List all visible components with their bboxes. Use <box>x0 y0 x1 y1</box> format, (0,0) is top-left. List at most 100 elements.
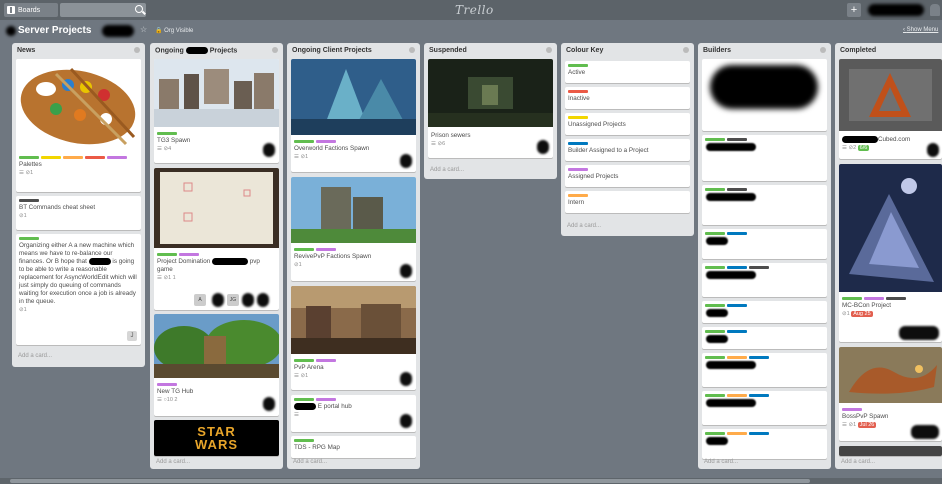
card-builder[interactable] <box>702 229 827 259</box>
card-mc-bcon[interactable]: MC-BCon Project ⊘1 Aug 25 <box>839 164 942 342</box>
add-card-link[interactable]: Add a card... <box>841 459 875 465</box>
card-tds-rpg-map[interactable]: TDS - RPG Map <box>291 436 416 458</box>
card-builder[interactable] <box>702 185 827 225</box>
star-icon[interactable]: ☆ <box>140 25 147 34</box>
card-builder[interactable] <box>702 135 827 181</box>
list-title[interactable]: Ongoing Projects <box>150 43 283 57</box>
card-prison-sewers[interactable]: Prison sewers ☰ ⊘6 <box>428 59 553 158</box>
add-card-link[interactable]: Add a card... <box>430 167 464 173</box>
card-unassigned-projects[interactable]: Unassigned Projects <box>565 113 690 135</box>
card-bosspvp-spawn[interactable]: BossPvP Spawn ☰ ⊘1 Jul 26 <box>839 347 942 441</box>
member-avatar[interactable] <box>212 293 224 307</box>
notifications-icon[interactable] <box>930 4 940 16</box>
search-input[interactable] <box>60 3 146 17</box>
redacted-username[interactable] <box>868 4 924 16</box>
list-title[interactable]: Colour Key <box>561 43 694 57</box>
member-avatar[interactable] <box>400 154 412 168</box>
list-menu-icon[interactable] <box>546 47 552 53</box>
member-avatar[interactable] <box>263 143 275 157</box>
list-menu-icon[interactable] <box>409 47 415 53</box>
prison-sewers-image <box>428 59 553 127</box>
trello-logo[interactable]: Trello <box>455 3 494 17</box>
show-menu-link[interactable]: ‹ Show Menu <box>903 27 938 33</box>
add-card-link[interactable]: Add a card... <box>293 459 327 465</box>
card-palettes[interactable]: Palettes ☰ ⊘1 <box>16 59 141 192</box>
board-scroll-thumb[interactable] <box>10 479 810 483</box>
card-title: Intern <box>568 199 585 206</box>
card-assigned-projects[interactable]: Assigned Projects <box>565 165 690 187</box>
card-project-domination[interactable]: Project Domination pvp game ☰ ⊘1 1 A JG <box>154 168 279 310</box>
member-avatar[interactable] <box>927 143 939 157</box>
label-orange <box>568 194 588 197</box>
redacted-name <box>88 258 111 265</box>
card-star-wars[interactable]: STAR WARS <box>154 420 279 456</box>
add-card-link[interactable]: Add a card... <box>156 459 190 465</box>
list-menu-icon[interactable] <box>683 47 689 53</box>
visibility-setting[interactable]: 🔒 Org Visible <box>155 27 193 34</box>
attachment-count: 4 <box>168 146 172 152</box>
star-wars-logo: STAR WARS <box>195 424 238 452</box>
card-labels <box>702 229 827 237</box>
card-labels <box>291 436 416 444</box>
member-avatar[interactable] <box>400 264 412 278</box>
list-menu-icon[interactable] <box>134 47 140 53</box>
member-avatar[interactable] <box>263 397 275 411</box>
add-card-link[interactable]: Add a card... <box>704 459 738 465</box>
card-labels <box>154 250 279 258</box>
member-avatar[interactable] <box>257 293 269 307</box>
list-title[interactable]: News <box>12 43 145 57</box>
card-builder-assigned[interactable]: Builder Assigned to a Project <box>565 139 690 161</box>
card-builder[interactable] <box>702 391 827 425</box>
card-labels <box>291 356 416 364</box>
card-builder[interactable] <box>702 353 827 387</box>
card-intern[interactable]: Intern <box>565 191 690 213</box>
card-labels <box>291 395 416 403</box>
member-avatar[interactable] <box>911 425 939 439</box>
member-avatar-jg[interactable]: JG <box>227 294 239 306</box>
add-card-link[interactable]: Add a card... <box>567 223 601 229</box>
list-title[interactable]: Suspended <box>424 43 557 57</box>
list-menu-icon[interactable] <box>820 47 826 53</box>
member-avatar[interactable] <box>400 414 412 428</box>
card-title: PvP Arena <box>294 364 324 371</box>
card-builder[interactable] <box>702 59 827 131</box>
member-avatar[interactable]: J <box>127 331 137 341</box>
boards-button[interactable]: Boards <box>4 3 58 17</box>
list-title[interactable]: Builders <box>698 43 831 57</box>
card-overworld-factions[interactable]: Overworld Factions Spawn ☰ ⊘1 <box>291 59 416 172</box>
card-cubed[interactable]: Cubed.com ☰ ⊘2 6/6 <box>839 59 942 159</box>
add-card-link[interactable]: Add a card... <box>18 353 52 359</box>
member-avatar-a[interactable]: A <box>194 294 206 306</box>
card-labels <box>291 245 416 253</box>
card-partial[interactable] <box>839 446 942 456</box>
card-revivepvp-factions[interactable]: RevivePvP Factions Spawn ⊘1 <box>291 177 416 281</box>
member-avatar[interactable] <box>242 293 254 307</box>
search-icon[interactable] <box>135 5 143 13</box>
card-tg3-spawn[interactable]: TG3 Spawn ☰ ⊘4 <box>154 59 279 163</box>
card-portal-hub[interactable]: E portal hub ☰ <box>291 395 416 432</box>
label-purple <box>107 156 127 159</box>
list-title[interactable]: Ongoing Client Projects <box>287 43 420 57</box>
card-builder[interactable] <box>702 263 827 297</box>
card-organizing[interactable]: Organizing either A a new machine which … <box>16 234 141 345</box>
card-new-tg-hub[interactable]: New TG Hub ☰ ○10 2 <box>154 314 279 416</box>
member-avatar[interactable] <box>899 326 939 340</box>
board-title[interactable]: Server Projects <box>18 25 91 36</box>
card-active[interactable]: Active <box>565 61 690 83</box>
card-pvp-arena[interactable]: PvP Arena ☰ ⊘1 <box>291 286 416 390</box>
member-avatar[interactable] <box>537 140 549 154</box>
card-builder[interactable] <box>702 429 827 459</box>
add-button[interactable]: + <box>847 3 861 17</box>
card-labels <box>154 380 279 388</box>
card-inactive[interactable]: Inactive <box>565 87 690 109</box>
label <box>705 188 725 191</box>
list-title[interactable]: Completed <box>835 43 942 57</box>
card-builder[interactable] <box>702 327 827 349</box>
label <box>727 356 747 359</box>
card-builder[interactable] <box>702 301 827 323</box>
card-bt-commands[interactable]: BT Commands cheat sheet ⊘1 <box>16 196 141 230</box>
member-avatar[interactable] <box>400 372 412 386</box>
label <box>727 188 747 191</box>
list-menu-icon[interactable] <box>272 47 278 53</box>
label-yellow <box>41 156 61 159</box>
